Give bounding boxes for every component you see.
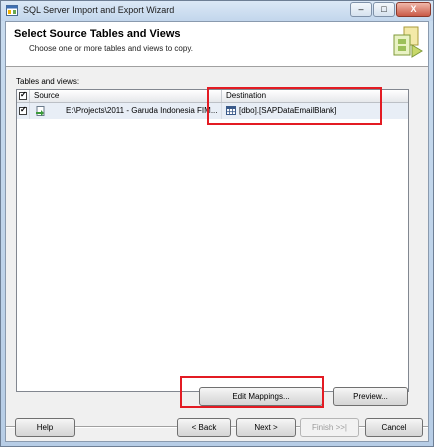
app-icon — [6, 5, 18, 16]
title-bar[interactable]: SQL Server Import and Export Wizard – □ … — [1, 1, 433, 21]
finish-button[interactable]: Finish >>| — [300, 418, 359, 437]
row-check-cell[interactable]: ✓ — [17, 103, 30, 119]
close-icon: X — [410, 4, 417, 14]
wizard-graphic-icon — [393, 26, 423, 58]
check-icon: ✓ — [20, 90, 27, 99]
column-source-label: Source — [34, 91, 60, 100]
source-name: E:\Projects\2011 - Garuda Indonesia FIM.… — [66, 106, 218, 115]
row-checkbox[interactable]: ✓ — [19, 105, 27, 115]
destination-highlight-box — [207, 87, 382, 125]
minimize-icon: – — [358, 4, 364, 14]
wizard-header: Select Source Tables and Views Choose on… — [6, 22, 428, 67]
tables-grid[interactable]: ✓ Source Destination ✓ E:\Projects\2011 … — [16, 89, 409, 392]
maximize-icon: □ — [381, 4, 387, 14]
maximize-button[interactable]: □ — [373, 2, 395, 17]
column-source[interactable]: Source — [30, 90, 222, 102]
check-icon: ✓ — [20, 105, 27, 114]
page-subtitle: Choose one or more tables and views to c… — [29, 44, 193, 53]
close-button[interactable]: X — [396, 2, 431, 17]
edit-mappings-highlight-box — [180, 376, 324, 408]
select-all-checkbox[interactable]: ✓ — [19, 90, 27, 100]
select-all-cell[interactable]: ✓ — [17, 90, 30, 102]
help-button[interactable]: Help — [15, 418, 75, 437]
page-title: Select Source Tables and Views — [14, 28, 181, 40]
back-button[interactable]: < Back — [177, 418, 231, 437]
preview-button[interactable]: Preview... — [333, 387, 408, 406]
tables-views-label: Tables and views: — [16, 77, 80, 86]
cancel-button[interactable]: Cancel — [365, 418, 423, 437]
file-source-icon — [36, 106, 45, 116]
next-button[interactable]: Next > — [236, 418, 296, 437]
source-cell[interactable]: E:\Projects\2011 - Garuda Indonesia FIM.… — [30, 103, 222, 119]
window-title: SQL Server Import and Export Wizard — [23, 5, 175, 15]
minimize-button[interactable]: – — [350, 2, 372, 17]
